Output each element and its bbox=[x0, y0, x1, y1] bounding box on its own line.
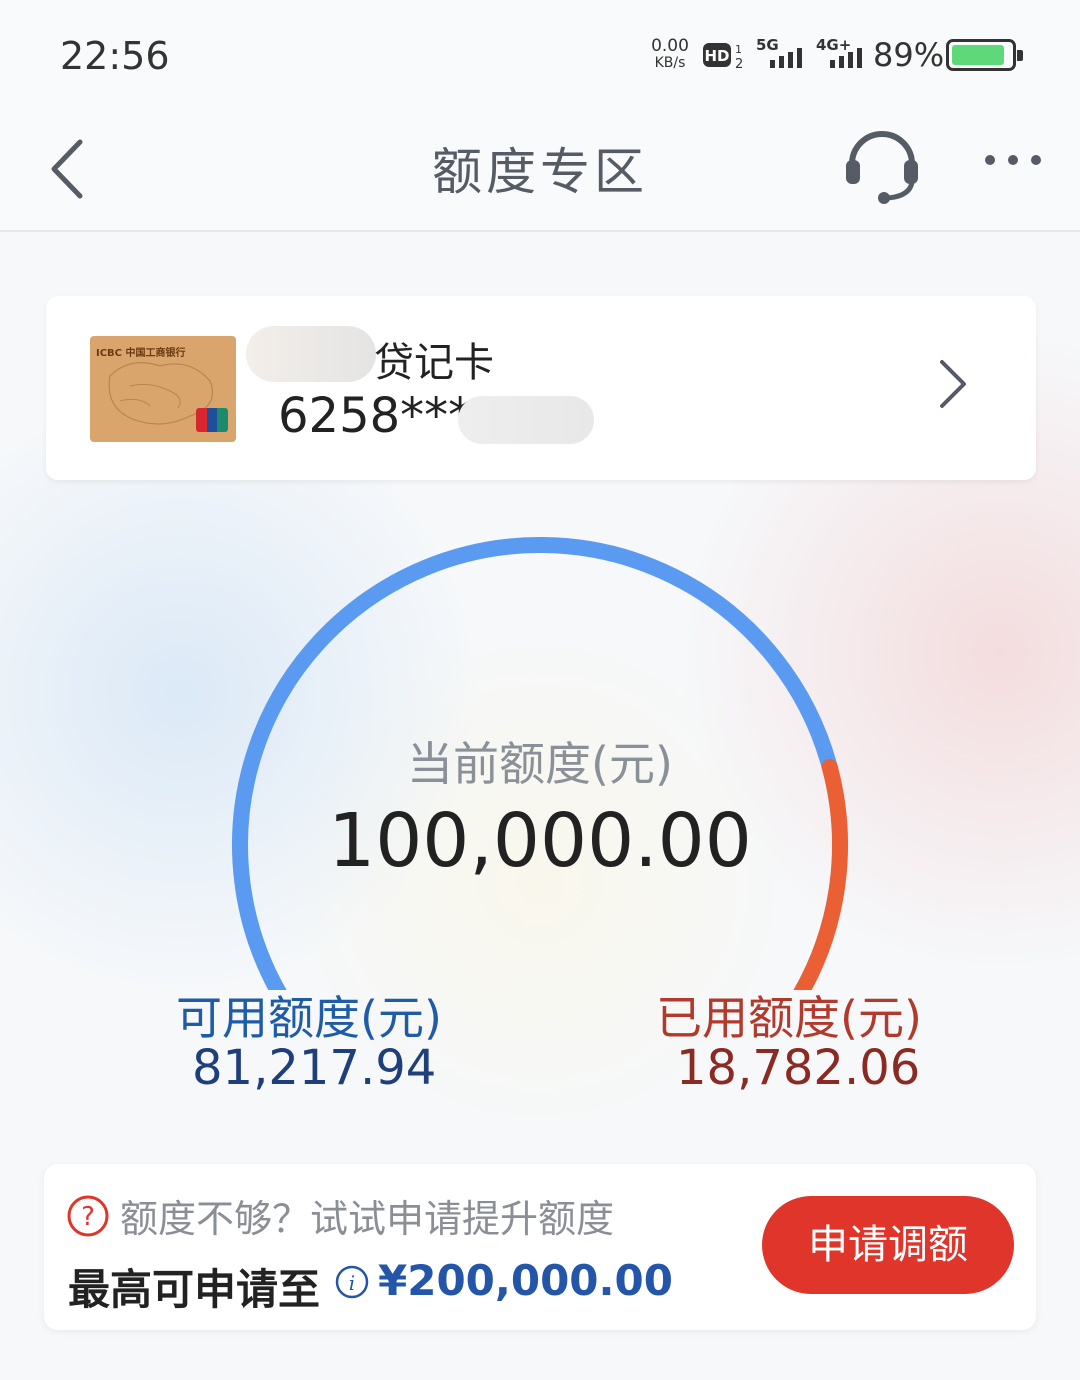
card-bank-label: ICBC 中国工商银行 bbox=[96, 348, 186, 359]
available-limit-label: 可用额度(元) bbox=[176, 991, 442, 1045]
more-icon[interactable] bbox=[980, 140, 1046, 180]
hd-voice-icon: HD 1 2 bbox=[703, 43, 743, 70]
used-limit-label: 已用额度(元) bbox=[656, 991, 922, 1045]
limit-increase-panel: ? 额度不够？试试申请提升额度 最高可申请至 i ¥200,000.00 申请调… bbox=[44, 1164, 1036, 1330]
network-speed-unit: KB/s bbox=[654, 55, 686, 71]
max-apply-label: 最高可申请至 bbox=[68, 1265, 321, 1314]
svg-text:1: 1 bbox=[735, 43, 742, 56]
signal-5g-icon: 5G bbox=[756, 36, 802, 68]
battery-percent: 89% bbox=[873, 36, 945, 74]
signal-4g-icon: 4G+ bbox=[816, 36, 862, 68]
question-icon: ? bbox=[67, 1195, 109, 1237]
battery-cap bbox=[1017, 50, 1023, 61]
current-limit-label: 当前额度(元) bbox=[407, 737, 673, 791]
unionpay-logo-icon bbox=[196, 408, 228, 432]
info-icon[interactable]: i bbox=[334, 1264, 370, 1300]
chevron-right-icon bbox=[940, 360, 966, 408]
card-number: 6258*** bbox=[278, 388, 473, 444]
status-bar: 22:56 0.00 KB/s HD 1 2 5G 4G+ 89% bbox=[0, 0, 1080, 110]
headset-icon[interactable] bbox=[842, 122, 922, 206]
credit-card-row[interactable]: ICBC 中国工商银行 贷记卡 6258*** bbox=[46, 296, 1036, 480]
max-apply-value: ¥200,000.00 bbox=[378, 1256, 673, 1305]
svg-text:?: ? bbox=[81, 1202, 95, 1232]
used-limit-value: 18,782.06 bbox=[676, 1040, 921, 1096]
card-image: ICBC 中国工商银行 bbox=[90, 336, 236, 442]
card-type-label: 贷记卡 bbox=[374, 340, 494, 386]
masked-card-number bbox=[458, 396, 594, 444]
signal-5g-label: 5G bbox=[756, 36, 779, 54]
current-limit-value: 100,000.00 bbox=[328, 798, 752, 884]
svg-text:i: i bbox=[349, 1271, 355, 1295]
battery-fill bbox=[952, 45, 1004, 65]
status-time: 22:56 bbox=[60, 34, 170, 78]
apply-adjust-button[interactable]: 申请调额 bbox=[762, 1196, 1014, 1294]
network-speed-value: 0.00 bbox=[651, 36, 689, 56]
masked-card-owner bbox=[246, 326, 376, 382]
network-speed: 0.00 KB/s bbox=[648, 38, 692, 72]
available-limit-value: 81,217.94 bbox=[192, 1040, 437, 1096]
battery-icon bbox=[946, 39, 1023, 71]
signal-4g-label: 4G+ bbox=[816, 36, 851, 54]
svg-text:2: 2 bbox=[735, 57, 743, 70]
hd-label: HD bbox=[704, 47, 729, 65]
nav-bar: 额度专区 bbox=[0, 110, 1080, 232]
promo-question-text: 额度不够？试试申请提升额度 bbox=[120, 1197, 615, 1241]
